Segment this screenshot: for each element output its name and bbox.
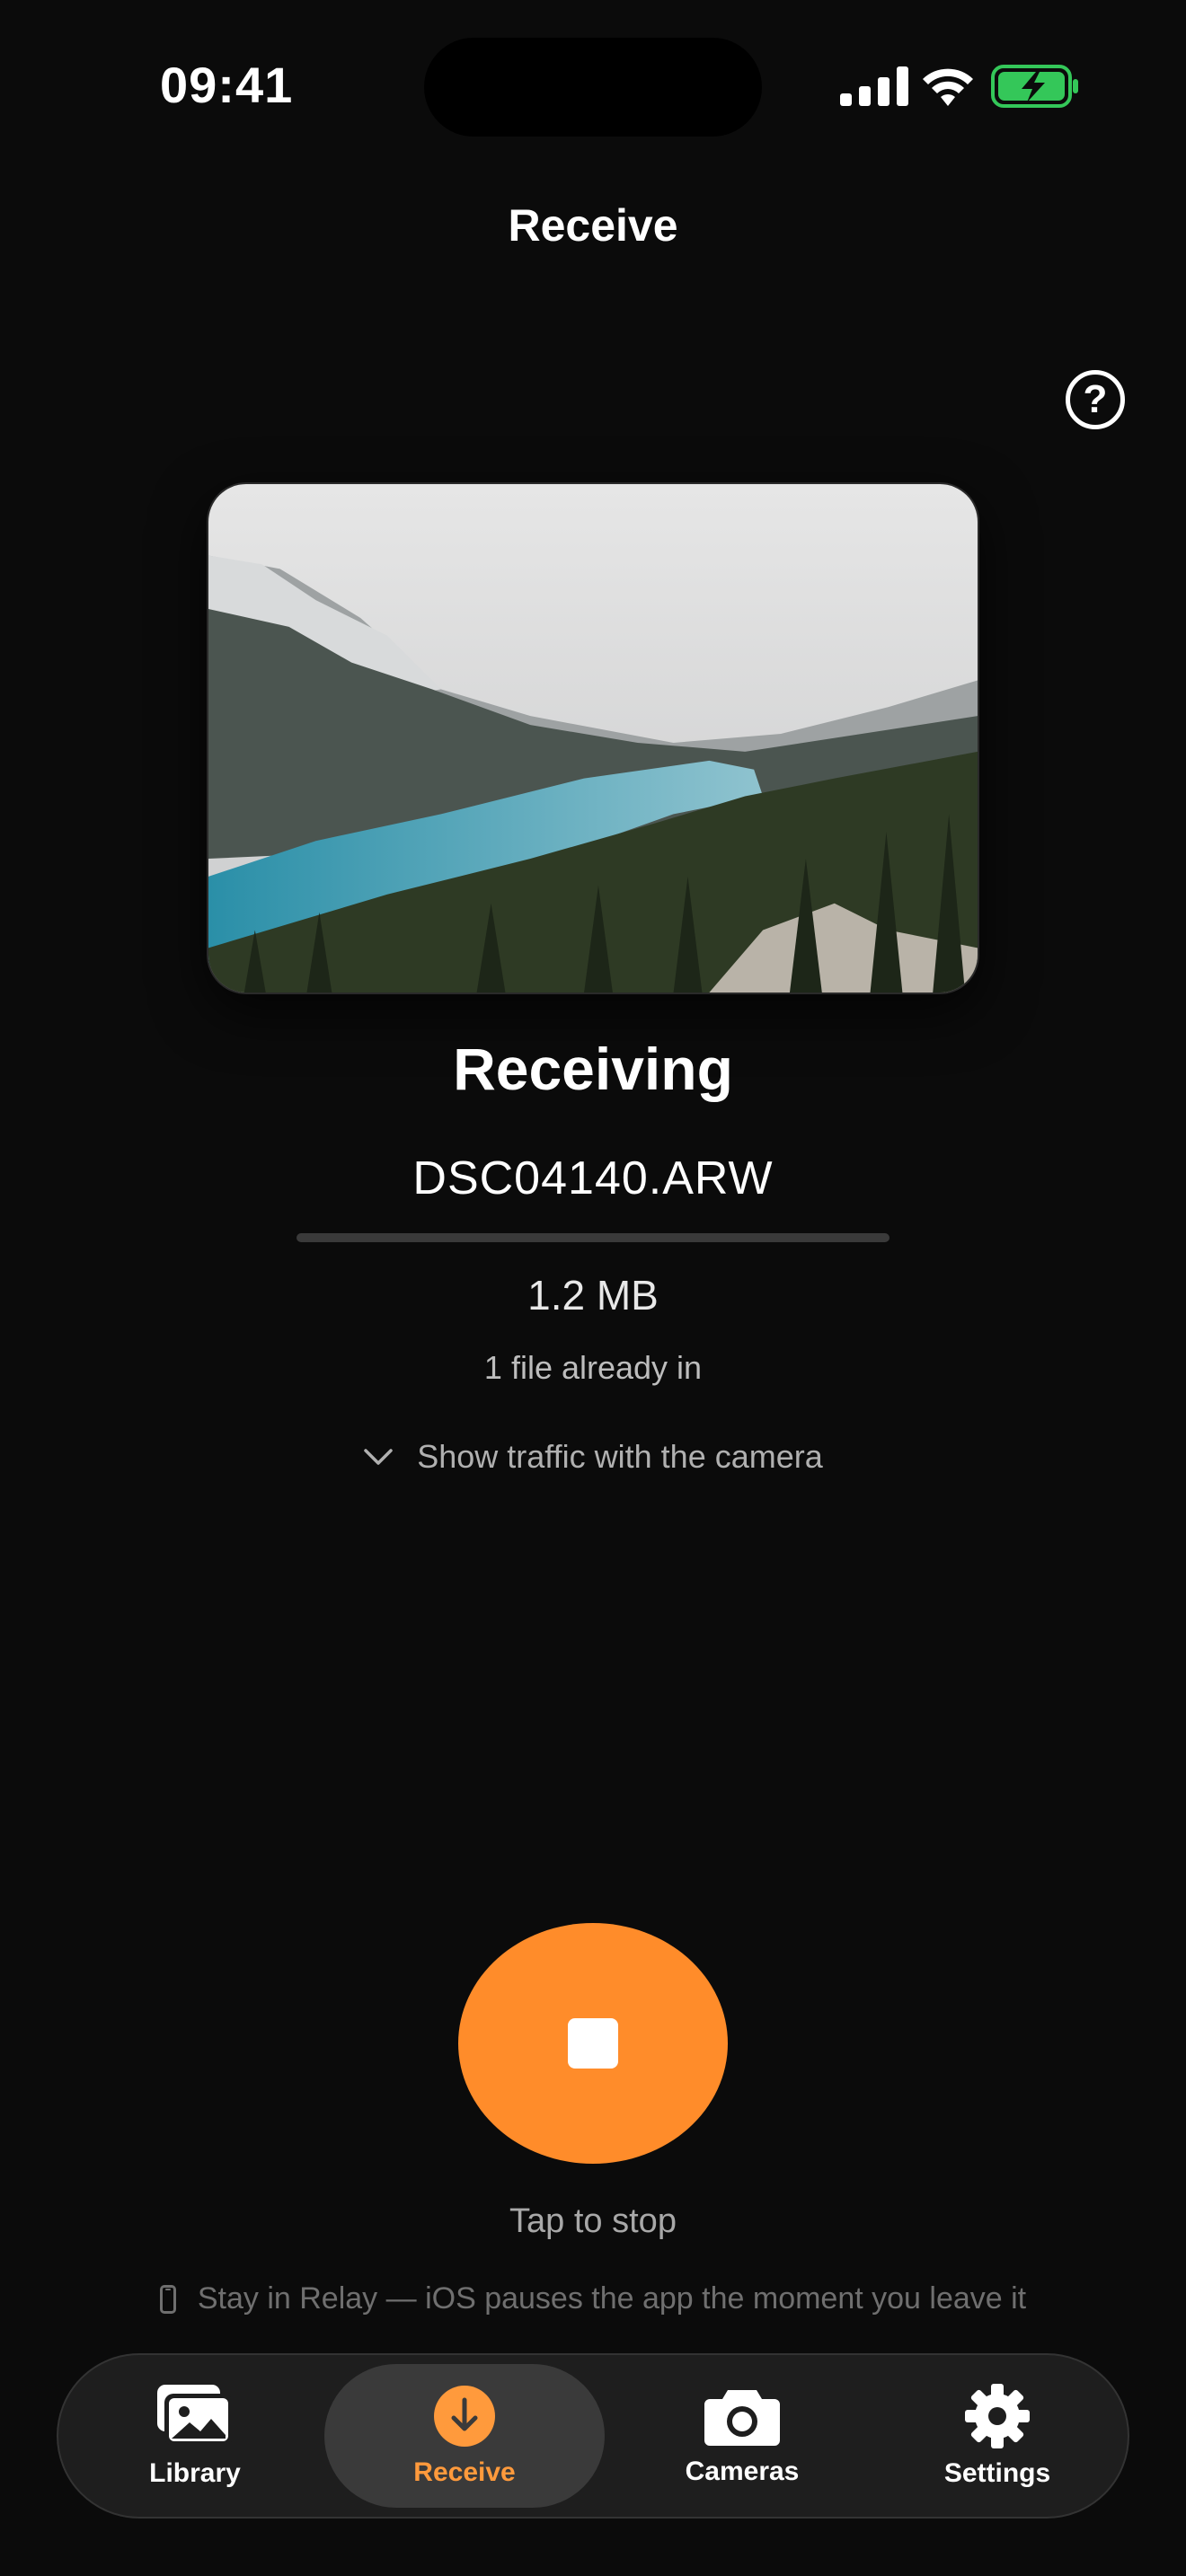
file-size: 1.2 MB — [527, 1272, 659, 1319]
landscape-thumbnail-image — [208, 484, 978, 992]
tab-bar: Library Receive Cameras Settings — [57, 2353, 1129, 2519]
stay-in-app-notice: Stay in Relay — iOS pauses the app the m… — [0, 2281, 1186, 2316]
show-traffic-label: Show traffic with the camera — [417, 1438, 823, 1475]
files-already-in: 1 file already in — [483, 1349, 703, 1386]
tab-library[interactable]: Library — [105, 2364, 285, 2508]
question-circle-icon: ? — [1083, 377, 1108, 421]
photo-preview — [207, 482, 979, 994]
wifi-icon — [923, 68, 973, 106]
stop-button[interactable] — [458, 1923, 728, 2164]
stop-icon — [568, 2018, 618, 2069]
receiving-heading: Receiving — [453, 1036, 733, 1102]
chevron-down-icon — [364, 1449, 393, 1465]
stay-in-app-text: Stay in Relay — iOS pauses the app the m… — [197, 2281, 1027, 2316]
dynamic-island — [424, 38, 762, 137]
tab-cameras[interactable]: Cameras — [630, 2364, 854, 2508]
tab-library-label: Library — [149, 2458, 241, 2488]
stop-hint: Tap to stop — [509, 2202, 677, 2240]
status-time: 09:41 — [160, 57, 294, 113]
tab-settings[interactable]: Settings — [885, 2364, 1110, 2508]
iphone-icon — [159, 2284, 176, 2314]
tab-cameras-label: Cameras — [685, 2457, 800, 2486]
photo-stack-icon — [157, 2385, 233, 2446]
help-button[interactable]: ? — [1066, 370, 1125, 429]
gear-icon — [965, 2384, 1030, 2448]
camera-icon — [704, 2390, 780, 2446]
page-title: Receive — [508, 200, 678, 251]
tab-settings-label: Settings — [943, 2458, 1051, 2488]
download-circle-icon — [434, 2386, 495, 2447]
transfer-progress-bar — [296, 1233, 890, 1242]
show-traffic-toggle[interactable]: Show traffic with the camera — [341, 1432, 845, 1482]
tab-receive-label: Receive — [413, 2457, 516, 2487]
battery-charging-icon — [991, 65, 1078, 108]
cellular-signal-icon — [840, 66, 908, 106]
tab-receive[interactable]: Receive — [324, 2364, 605, 2508]
current-file-name: DSC04140.ARW — [412, 1152, 774, 1204]
